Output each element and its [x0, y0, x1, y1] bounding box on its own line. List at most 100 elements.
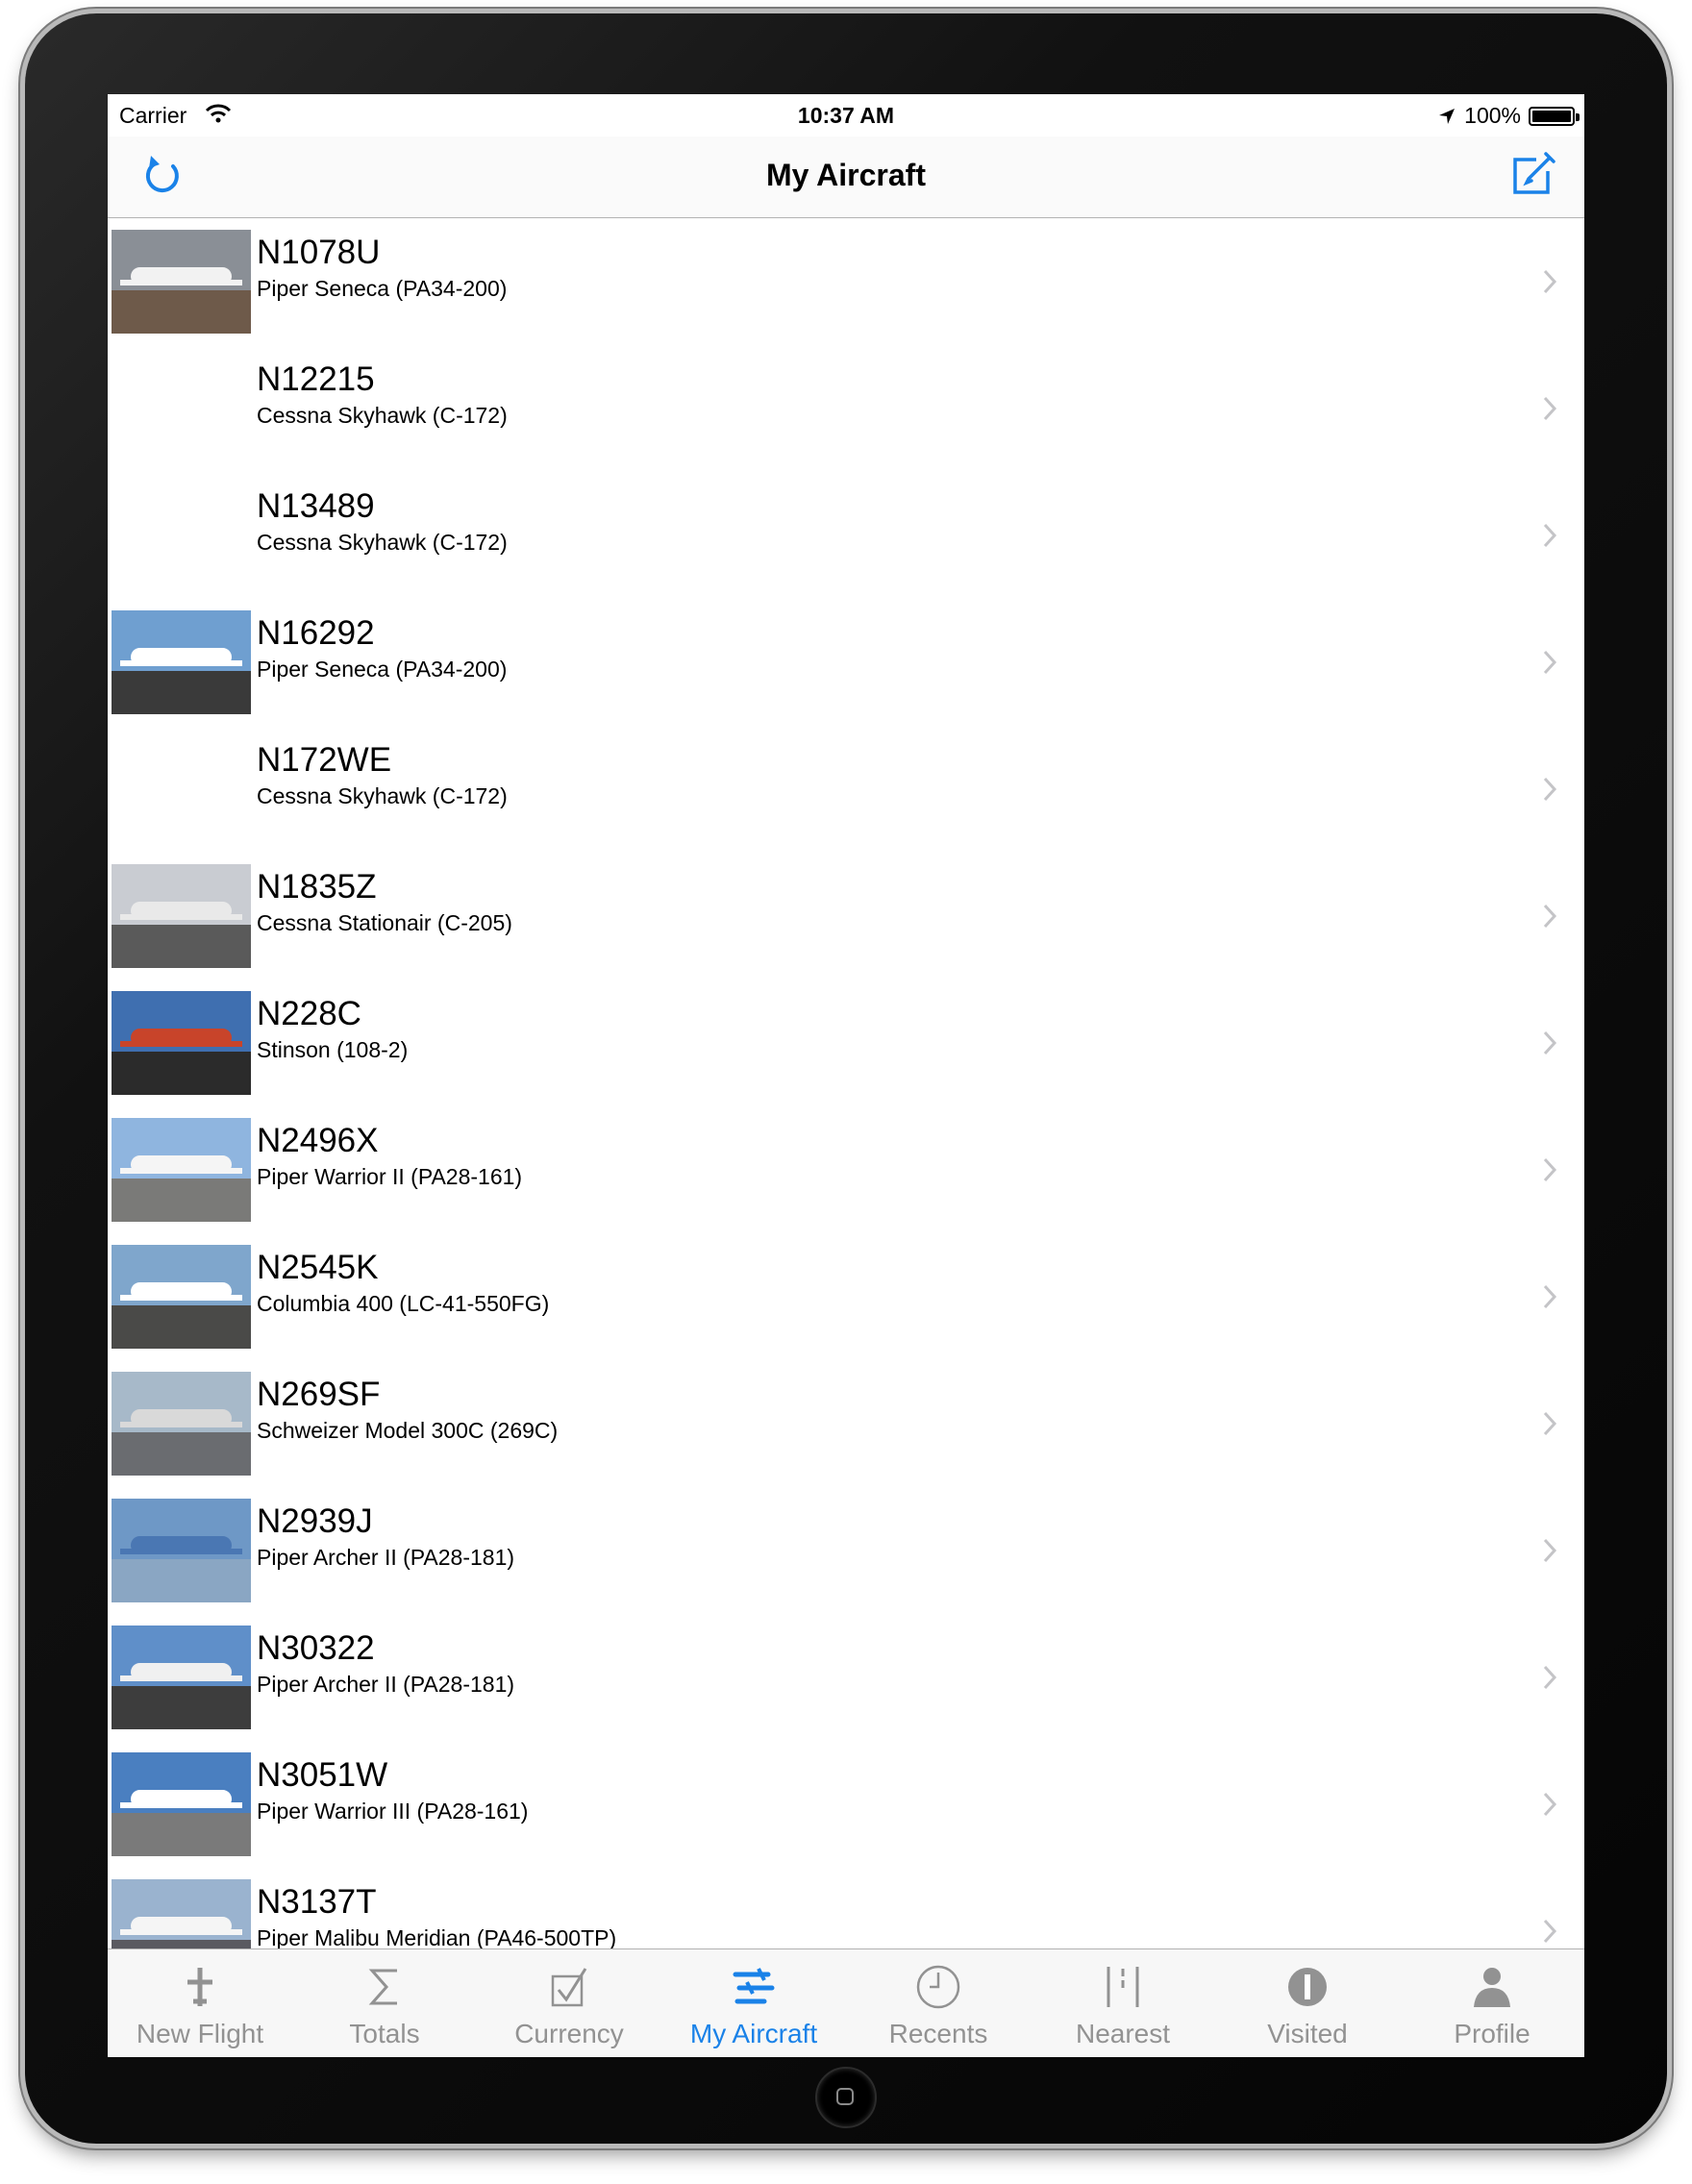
- aircraft-row[interactable]: N2496X Piper Warrior II (PA28-161): [108, 1106, 1584, 1233]
- tab-label: Nearest: [1075, 2019, 1171, 2048]
- tab-label: Visited: [1267, 2019, 1348, 2048]
- chevron-right-icon: [1543, 1157, 1557, 1182]
- aircraft-model: Cessna Stationair (C-205): [257, 910, 512, 935]
- tab-label: Totals: [349, 2019, 420, 2048]
- aircraft-row[interactable]: N12215 Cessna Skyhawk (C-172): [108, 345, 1584, 472]
- aircraft-model: Cessna Skyhawk (C-172): [257, 530, 508, 555]
- tab-label: My Aircraft: [689, 2019, 818, 2048]
- aircraft-registration: N172WE: [257, 741, 392, 779]
- aircraft-row[interactable]: N269SF Schweizer Model 300C (269C): [108, 1360, 1584, 1487]
- person-icon: [1474, 1968, 1510, 2007]
- chevron-right-icon: [1543, 1919, 1557, 1944]
- aircraft-registration: N2939J: [257, 1502, 373, 1540]
- aircraft-row[interactable]: N13489 Cessna Skyhawk (C-172): [108, 472, 1584, 599]
- status-bar: Carrier 10:37 AM 100%: [108, 94, 1584, 136]
- aircraft-photo: [112, 1499, 251, 1602]
- tab-currency[interactable]: Currency: [477, 1949, 661, 2057]
- tab-visited[interactable]: Visited: [1215, 1949, 1400, 2057]
- aircraft-row[interactable]: N1835Z Cessna Stationair (C-205): [108, 853, 1584, 980]
- aircraft-row[interactable]: N1078U Piper Seneca (PA34-200): [108, 218, 1584, 345]
- aircraft-registration: N16292: [257, 614, 375, 652]
- info-icon: [1288, 1968, 1327, 2006]
- aircraft-photo: [112, 991, 251, 1095]
- tab-label: New Flight: [136, 2019, 264, 2048]
- tab-label: Profile: [1454, 2019, 1530, 2048]
- tab-totals[interactable]: Totals: [292, 1949, 477, 2057]
- aircraft-model: Piper Seneca (PA34-200): [257, 657, 508, 682]
- runway-icon: [1107, 1967, 1139, 2007]
- aircraft-model: Columbia 400 (LC-41-550FG): [257, 1291, 550, 1316]
- aircraft-registration: N2496X: [257, 1122, 379, 1159]
- aircraft-model: Piper Malibu Meridian (PA46-500TP): [257, 1925, 617, 1950]
- aircraft-registration: N1078U: [257, 234, 381, 271]
- clock-icon: [916, 1965, 960, 2009]
- chevron-right-icon: [1543, 1411, 1557, 1436]
- tab-profile[interactable]: Profile: [1400, 1949, 1584, 2057]
- tab-new-flight[interactable]: New Flight: [108, 1949, 292, 2057]
- tab-my-aircraft[interactable]: My Aircraft: [661, 1949, 846, 2057]
- chevron-right-icon: [1543, 1284, 1557, 1309]
- chevron-right-icon: [1543, 650, 1557, 675]
- checkbox-icon: [551, 1968, 587, 2007]
- aircraft-photo: [112, 1372, 251, 1476]
- chevron-right-icon: [1543, 904, 1557, 929]
- aircraft-photo: [112, 230, 251, 334]
- tab-bar: New Flight Totals Currency My Aircraft R…: [108, 1948, 1584, 2057]
- aircraft-registration: N3137T: [257, 1883, 377, 1921]
- aircraft-list: N1078U Piper Seneca (PA34-200) N12215 Ce…: [108, 218, 1584, 2056]
- aircraft-photo: [112, 1626, 251, 1729]
- aircraft-photo: [112, 610, 251, 714]
- tab-recents[interactable]: Recents: [846, 1949, 1031, 2057]
- battery-icon: [1529, 106, 1580, 126]
- aircraft-row[interactable]: N3051W Piper Warrior III (PA28-161): [108, 1741, 1584, 1868]
- chevron-right-icon: [1543, 777, 1557, 802]
- chevron-right-icon: [1543, 269, 1557, 294]
- aircraft-row[interactable]: N2545K Columbia 400 (LC-41-550FG): [108, 1233, 1584, 1360]
- location-arrow-icon: [1439, 108, 1456, 124]
- aircraft-row[interactable]: N172WE Cessna Skyhawk (C-172): [108, 726, 1584, 853]
- aircraft-icon: [733, 1968, 775, 2004]
- aircraft-photo: [112, 1752, 251, 1856]
- aircraft-registration: N13489: [257, 487, 375, 525]
- aircraft-photo: [112, 1245, 251, 1349]
- aircraft-model: Cessna Skyhawk (C-172): [257, 783, 508, 808]
- chevron-right-icon: [1543, 1030, 1557, 1055]
- aircraft-model: Schweizer Model 300C (269C): [257, 1418, 559, 1443]
- aircraft-model: Piper Warrior II (PA28-161): [257, 1164, 523, 1189]
- aircraft-registration: N2545K: [257, 1249, 379, 1286]
- aircraft-row[interactable]: N228C Stinson (108-2): [108, 980, 1584, 1106]
- aircraft-model: Piper Archer II (PA28-181): [257, 1545, 515, 1570]
- home-button[interactable]: [815, 2067, 877, 2128]
- aircraft-row[interactable]: N16292 Piper Seneca (PA34-200): [108, 599, 1584, 726]
- aircraft-model: Piper Seneca (PA34-200): [257, 276, 508, 301]
- aircraft-model: Stinson (108-2): [257, 1037, 409, 1062]
- chevron-right-icon: [1543, 1538, 1557, 1563]
- page-title: My Aircraft: [766, 158, 926, 192]
- compose-icon[interactable]: [1507, 150, 1555, 198]
- aircraft-registration: N269SF: [257, 1376, 381, 1413]
- chevron-right-icon: [1543, 1792, 1557, 1817]
- aircraft-model: Piper Warrior III (PA28-161): [257, 1799, 529, 1824]
- aircraft-model: Piper Archer II (PA28-181): [257, 1672, 515, 1697]
- chevron-right-icon: [1543, 396, 1557, 421]
- aircraft-row[interactable]: N30322 Piper Archer II (PA28-181): [108, 1614, 1584, 1741]
- tab-nearest[interactable]: Nearest: [1031, 1949, 1215, 2057]
- home-square-icon: [836, 2088, 854, 2105]
- chevron-right-icon: [1543, 523, 1557, 548]
- aircraft-registration: N3051W: [257, 1756, 388, 1794]
- clock-label: 10:37 AM: [797, 103, 895, 128]
- battery-percent: 100%: [1464, 103, 1521, 128]
- chevron-right-icon: [1543, 1665, 1557, 1690]
- aircraft-row[interactable]: N2939J Piper Archer II (PA28-181): [108, 1487, 1584, 1614]
- aircraft-registration: N12215: [257, 360, 375, 398]
- screen: Carrier 10:37 AM 100% My Aircraft N1078U…: [108, 94, 1584, 2057]
- aircraft-photo: [112, 864, 251, 968]
- aircraft-registration: N30322: [257, 1629, 375, 1667]
- navigation-bar: My Aircraft: [108, 136, 1584, 218]
- sigma-icon: [368, 1969, 397, 2005]
- aircraft-registration: N1835Z: [257, 868, 377, 906]
- tab-label: Currency: [514, 2019, 624, 2048]
- tab-label: Recents: [888, 2019, 988, 2048]
- aircraft-photo: [112, 1118, 251, 1222]
- new-flight-icon: [187, 1968, 212, 2006]
